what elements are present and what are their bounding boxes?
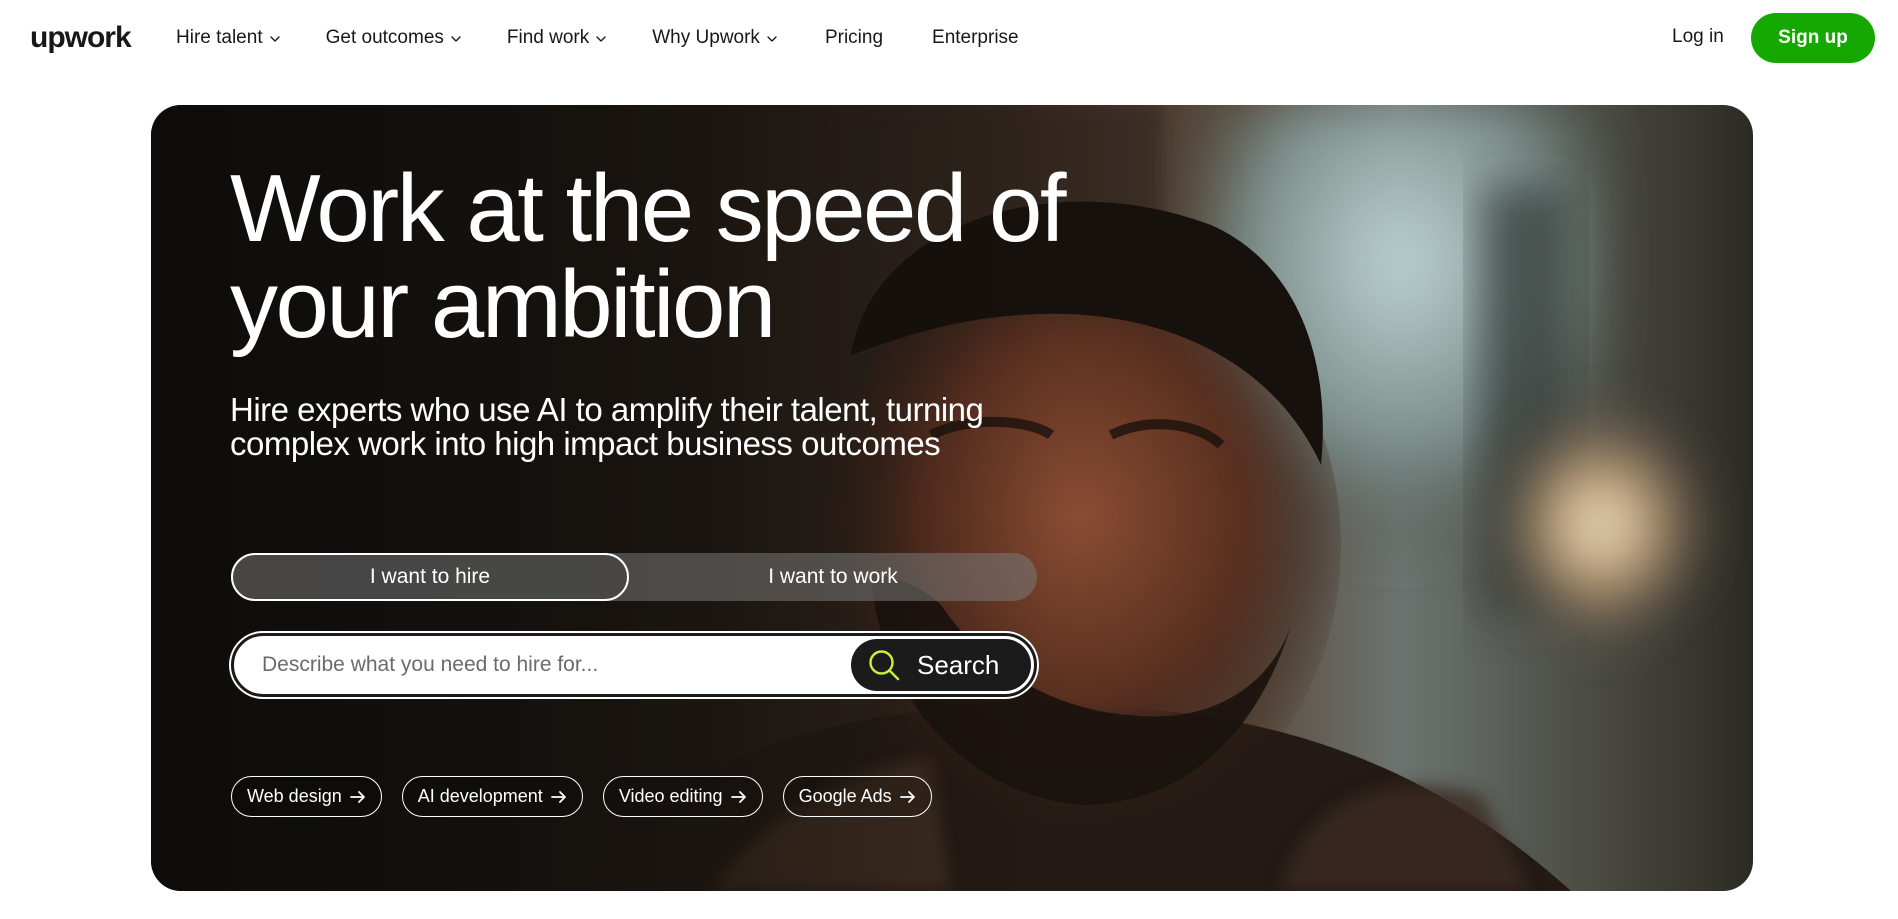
hire-work-toggle: I want to hire I want to work (231, 553, 1037, 601)
nav-item-enterprise[interactable]: Enterprise (932, 27, 1019, 49)
nav-item-label: Enterprise (932, 27, 1019, 48)
top-navigation: upwork Hire talent Get outcomes Find wor… (0, 0, 1898, 76)
chip-video-editing[interactable]: Video editing (602, 776, 763, 817)
chevron-down-icon (269, 36, 280, 42)
arrow-right-icon (899, 790, 915, 803)
toggle-work-button[interactable]: I want to work (629, 553, 1037, 601)
toggle-hire-button[interactable]: I want to hire (231, 553, 629, 601)
hero-content: Work at the speed of your ambition Hire … (151, 105, 1753, 891)
arrow-right-icon (730, 790, 746, 803)
chevron-down-icon (596, 36, 606, 42)
hero-headline-line: your ambition (230, 251, 776, 358)
upwork-logo[interactable]: upwork (30, 18, 132, 58)
nav-item-label: Pricing (824, 27, 884, 48)
chip-label: AI development (417, 786, 543, 806)
nav-item-label: Hire talent (176, 27, 263, 48)
chevron-down-icon (767, 36, 777, 42)
hero-banner: Work at the speed of your ambition Hire … (151, 105, 1753, 891)
hero-subheading-line: complex work into high impact business o… (230, 425, 941, 462)
nav-item-hire-talent[interactable]: Hire talent (176, 27, 282, 49)
chip-google-ads[interactable]: Google Ads (782, 776, 932, 817)
nav-item-label: Get outcomes (325, 27, 444, 48)
nav-item-label: Find work (506, 27, 590, 48)
chip-ai-development[interactable]: AI development (401, 776, 583, 817)
chip-label: Video editing (618, 786, 723, 806)
nav-item-why-upwork[interactable]: Why Upwork (652, 27, 779, 49)
signup-button[interactable]: Sign up (1751, 13, 1875, 63)
search-button-label: Search (917, 649, 1000, 680)
nav-item-pricing[interactable]: Pricing (825, 27, 883, 49)
logo-text: upwork (30, 21, 132, 54)
arrow-right-icon (550, 790, 566, 803)
suggestion-chips: Web design AI development Video editing … (231, 776, 952, 817)
main-menu: Hire talent Get outcomes Find work Why U… (176, 0, 1019, 76)
hero-subheading: Hire experts who use AI to amplify their… (230, 393, 990, 461)
chip-web-design[interactable]: Web design (231, 776, 382, 817)
nav-item-get-outcomes[interactable]: Get outcomes (326, 27, 463, 49)
chip-label: Web design (247, 786, 342, 806)
hero-headline-line: Work at the speed of (230, 155, 1067, 262)
hero-headline: Work at the speed of your ambition (230, 161, 1130, 353)
nav-item-label: Why Upwork (652, 27, 760, 48)
search-input[interactable] (262, 650, 822, 680)
login-link[interactable]: Log in (1672, 26, 1724, 48)
chevron-down-icon (451, 36, 461, 42)
arrow-right-icon (349, 790, 365, 803)
search-button[interactable]: Search (851, 639, 1031, 691)
nav-item-find-work[interactable]: Find work (507, 27, 608, 49)
hero-subheading-line: Hire experts who use AI to amplify their… (230, 391, 984, 428)
chip-label: Google Ads (798, 786, 892, 806)
search-icon (869, 650, 900, 681)
search-bar: Search (231, 633, 1037, 697)
